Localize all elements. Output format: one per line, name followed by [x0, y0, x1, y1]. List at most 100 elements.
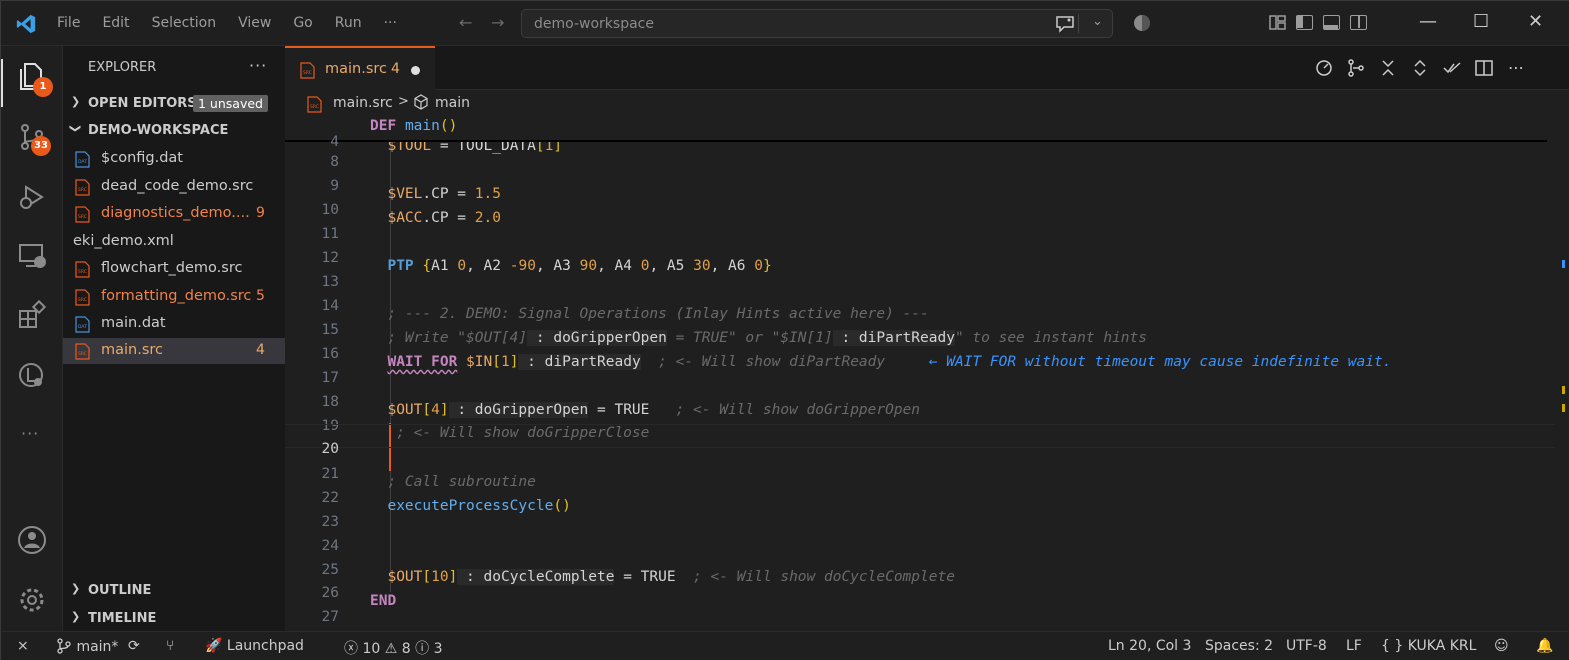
menu-bar: File Edit Selection View Go Run ··· [57, 15, 419, 31]
file-item-config-dat[interactable]: DAT $config.dat [63, 146, 285, 172]
line-ending[interactable]: LF [1346, 638, 1362, 654]
svg-text:SRC: SRC [310, 104, 319, 110]
toggle-panel-icon[interactable] [1323, 15, 1340, 30]
remote-explorer-icon[interactable] [16, 240, 48, 272]
tab-problem-count: 4 [391, 61, 400, 77]
menu-edit[interactable]: Edit [102, 15, 129, 31]
menu-more[interactable]: ··· [384, 15, 397, 31]
toggle-secondary-sidebar-icon[interactable] [1350, 15, 1367, 30]
branch-status[interactable]: main* [56, 638, 118, 655]
language-mode[interactable]: { } KUKA KRL [1381, 638, 1476, 654]
status-bar: ⨯ main* ⟳ ⑂ 🚀 Launchpad ⓧ 10 ⚠ 8 ⓘ 3 Ln … [1, 631, 1569, 660]
line-content: $OUT[10] : doCycleComplete = TRUE ; <- W… [387, 569, 955, 585]
svg-text:SRC: SRC [78, 214, 87, 220]
src-file-icon: SRC [75, 261, 90, 278]
indentation[interactable]: Spaces: 2 [1205, 638, 1273, 654]
timeline-section[interactable]: ❯ TIMELINE [63, 607, 285, 631]
src-file-icon: SRC [75, 206, 90, 223]
expand-icon[interactable] [1410, 58, 1430, 78]
launchpad-status[interactable]: 🚀 Launchpad [205, 638, 304, 654]
back-arrow-icon[interactable]: ← [459, 13, 472, 32]
code-line: 12 [285, 234, 1555, 266]
toggle-sidebar-icon[interactable] [1296, 15, 1313, 30]
problems-status[interactable]: ⓧ 10 ⚠ 8 ⓘ 3 [344, 638, 443, 658]
file-name: formatting_demo.src [101, 288, 252, 304]
flowchart-icon[interactable] [1346, 58, 1366, 78]
menu-file[interactable]: File [57, 15, 80, 31]
split-editor-icon[interactable] [1474, 58, 1494, 78]
line-content: $OUT[4] : doGripperOpen = TRUE ; <- Will… [387, 402, 921, 418]
file-item-dead-code-demo[interactable]: SRC dead_code_demo.src [63, 174, 285, 200]
editor-more-icon[interactable]: ⋯ [1506, 58, 1526, 78]
settings-gear-icon[interactable] [16, 584, 48, 616]
chevron-down-icon[interactable]: ⌄ [1092, 14, 1103, 29]
src-file-icon: SRC [75, 343, 90, 360]
line-content: ; Write "$OUT[4] : doGripperOpen = TRUE"… [387, 330, 1147, 346]
open-editors-section[interactable]: ❯ OPEN EDITORS 1 unsaved [63, 92, 285, 116]
outline-label: OUTLINE [88, 583, 152, 598]
unsaved-dot-icon[interactable] [411, 66, 420, 75]
tab-label: main.src [325, 61, 388, 77]
code-line: 16 ; Write "$OUT[4] : doGripperOpen = TR… [285, 330, 1555, 362]
file-item-diagnostics-demo[interactable]: SRC diagnostics_demo.... 9 [63, 201, 285, 227]
line-content: $ACC.CP = 2.0 [387, 210, 501, 226]
svg-text:SRC: SRC [78, 297, 87, 303]
minimize-icon[interactable]: — [1419, 11, 1437, 32]
cursor-position[interactable]: Ln 20, Col 3 [1108, 638, 1191, 654]
explorer-sidebar: EXPLORER ··· ❯ OPEN EDITORS 1 unsaved ❯ … [63, 46, 285, 631]
chat-icon[interactable] [1055, 15, 1075, 33]
outline-section[interactable]: ❯ OUTLINE [63, 579, 285, 603]
forward-arrow-icon[interactable]: → [491, 13, 504, 32]
encoding[interactable]: UTF-8 [1286, 638, 1327, 654]
customize-layout-icon[interactable] [1269, 15, 1286, 30]
sync-icon[interactable]: ⟳ [128, 638, 140, 654]
branch-name: main* [76, 639, 119, 655]
file-item-main-dat[interactable]: DAT main.dat [63, 311, 285, 337]
copilot-icon[interactable] [1133, 14, 1151, 32]
extensions-icon[interactable] [16, 299, 48, 331]
copilot-status-icon[interactable]: ☺ [1494, 638, 1509, 654]
file-item-formatting-demo[interactable]: SRC formatting_demo.src 5 [63, 284, 285, 310]
file-item-eki-demo[interactable]: eki_demo.xml [63, 229, 285, 255]
menu-selection[interactable]: Selection [152, 15, 217, 31]
command-center-search[interactable]: demo-workspace ⌄ [521, 9, 1113, 38]
svg-text:SRC: SRC [78, 351, 87, 357]
sidebar-more-icon[interactable]: ··· [249, 56, 267, 75]
breadcrumb-file[interactable]: main.src [333, 95, 393, 111]
more-views-icon[interactable]: ··· [21, 424, 39, 443]
sticky-scroll-header[interactable]: 4 DEF main() [285, 118, 1547, 150]
maximize-icon[interactable]: ☐ [1473, 11, 1489, 32]
git-graph-icon[interactable]: ⑂ [166, 638, 174, 654]
chevron-right-icon: ❯ [71, 95, 81, 108]
source-control-badge: 33 [31, 136, 51, 156]
file-name: main.dat [101, 315, 166, 331]
file-item-flowchart-demo[interactable]: SRC flowchart_demo.src [63, 256, 285, 282]
notifications-bell-icon[interactable]: 🔔 [1536, 638, 1553, 654]
menu-go[interactable]: Go [293, 15, 312, 31]
menu-run[interactable]: Run [335, 15, 362, 31]
code-line: 10 $VEL.CP = 1.5 [285, 186, 1555, 218]
launchpad-label: Launchpad [226, 638, 304, 654]
rocket-icon: 🚀 [205, 638, 223, 654]
tab-main-src[interactable]: SRC main.src 4 [285, 46, 435, 90]
breadcrumb-symbol[interactable]: main [435, 95, 470, 111]
close-icon[interactable]: ✕ [1528, 11, 1543, 32]
svg-text:SRC: SRC [78, 187, 87, 193]
remote-icon[interactable]: ⨯ [17, 638, 29, 654]
run-debug-icon[interactable] [16, 181, 48, 213]
problem-count: 9 [256, 205, 265, 221]
menu-view[interactable]: View [238, 15, 271, 31]
account-icon[interactable] [16, 524, 48, 556]
workspace-section[interactable]: ❯ DEMO-WORKSPACE [63, 119, 285, 143]
search-separator [1078, 14, 1079, 33]
file-item-main-src[interactable]: SRC main.src 4 [63, 338, 285, 364]
file-name: eki_demo.xml [73, 233, 174, 249]
collapse-icon[interactable] [1378, 58, 1398, 78]
diagnostics-gauge-icon[interactable] [1314, 58, 1334, 78]
code-editor[interactable]: 4 DEF main() 8 $TOOL = TOOL_DATA[1] 9 10… [285, 118, 1569, 631]
kuka-extension-icon[interactable] [16, 359, 48, 391]
check-all-icon[interactable] [1442, 58, 1462, 78]
explorer-badge: 1 [33, 77, 53, 97]
file-name: main.src [101, 342, 164, 358]
language-label: KUKA KRL [1407, 638, 1477, 654]
